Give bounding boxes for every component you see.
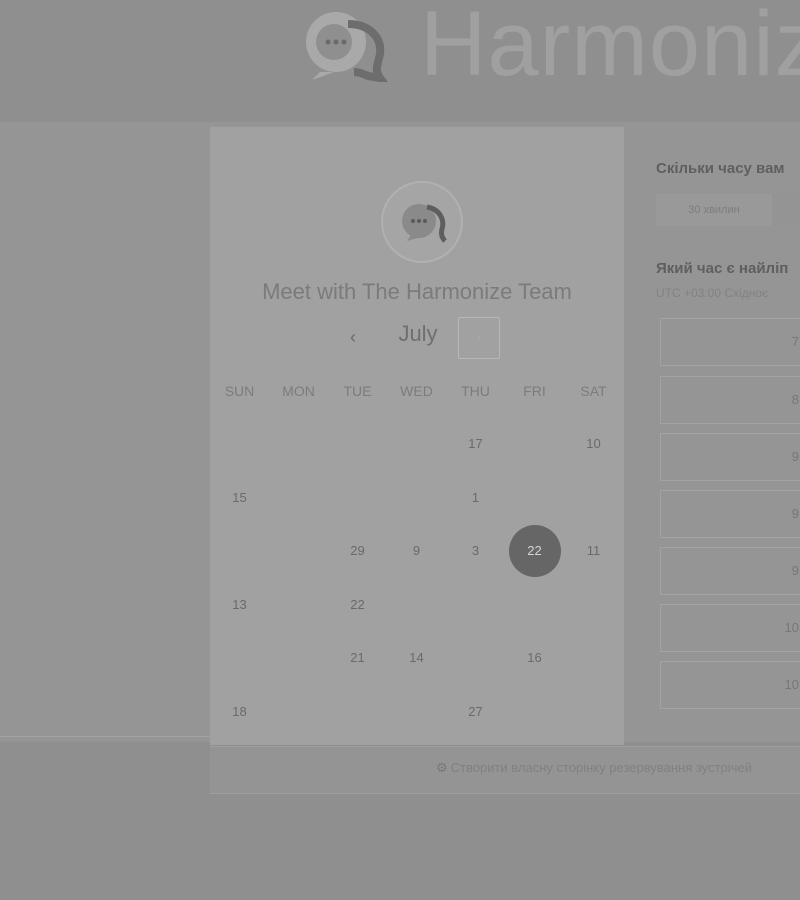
time-slot-button[interactable]: 7 [660, 318, 800, 366]
team-avatar [381, 181, 463, 263]
calendar-day-number: 29 [350, 543, 365, 558]
duration-option-button[interactable]: 30 хвилин [656, 194, 772, 226]
calendar-day-number: 16 [527, 650, 542, 665]
calendar-day-number: 1 [471, 489, 480, 505]
brand-name: Harmonize [420, 0, 800, 95]
calendar-day-number: 22 [350, 596, 365, 612]
calendar-day[interactable]: 10 [564, 419, 623, 473]
calendar-day[interactable]: 16 [505, 633, 564, 687]
calendar-day-number: 9 [412, 543, 421, 558]
calendar-day[interactable]: 29 [328, 526, 387, 580]
calendar-day [328, 687, 387, 741]
calendar-day[interactable]: 27 [446, 687, 505, 741]
time-slot-button[interactable]: 9 [660, 490, 800, 538]
calendar-day [564, 473, 623, 527]
calendar-day-number: 17 [468, 436, 483, 451]
duration-option-button-2[interactable] [772, 194, 800, 226]
calendar-day [387, 473, 446, 527]
calendar-day-selected[interactable]: 22 [505, 525, 564, 580]
calendar-day[interactable]: 22 [328, 580, 387, 634]
calendar-day [387, 580, 446, 634]
chat-bubble-icon [402, 204, 447, 243]
calendar-day [387, 419, 446, 473]
calendar-day-number: 10 [586, 436, 601, 451]
calendar-day [505, 580, 564, 634]
calendar-day [564, 687, 623, 741]
calendar-day[interactable]: 21 [328, 633, 387, 687]
calendar-day [564, 633, 623, 687]
calendar-day [269, 687, 328, 741]
weekday-label: SUN [224, 383, 255, 399]
calendar-day-number: 14 [409, 650, 424, 665]
weekday-header: SUN MON TUE WED THU FRI SAT [210, 383, 624, 403]
timezone-select[interactable]: UTC +03:00 Східноє [656, 286, 768, 300]
calendar-day[interactable]: 17 [446, 419, 505, 473]
calendar-day [269, 419, 328, 473]
calendar-day [328, 473, 387, 527]
calendar-day [269, 633, 328, 687]
calendar-day-number: 11 [586, 543, 601, 558]
time-question: Який час є найліп [656, 260, 789, 277]
month-navigation: ‹ July › [210, 317, 624, 361]
calendar-day [210, 419, 269, 473]
weekday-label: MON [282, 383, 315, 399]
calendar-day [505, 687, 564, 741]
next-month-button[interactable]: › [458, 317, 500, 359]
chat-bubble-logo-icon [306, 12, 388, 82]
weekday-label: THU [461, 383, 490, 399]
calendar-day [446, 580, 505, 634]
meeting-title: Meet with The Harmonize Team [262, 279, 572, 304]
time-slot-button[interactable]: 9 [660, 547, 800, 595]
time-slot-button[interactable]: 10 [660, 661, 800, 709]
calendar-day [505, 473, 564, 527]
weekday-label: SAT [580, 383, 607, 399]
calendar-day[interactable]: 11 [564, 526, 623, 580]
calendar-day-number: 18 [232, 703, 247, 719]
calendar-day-number: 27 [468, 703, 483, 719]
calendar-day[interactable]: 9 [387, 526, 446, 580]
divider [0, 736, 212, 737]
calendar-day [269, 526, 328, 580]
calendar-day[interactable]: 13 [210, 580, 269, 634]
calendar-day [269, 580, 328, 634]
calendar-day-number: 13 [232, 596, 247, 612]
calendar-day[interactable]: 3 [446, 526, 505, 580]
calendar-day [564, 580, 623, 634]
calendar-day-number: 15 [232, 489, 247, 505]
calendar-day [269, 473, 328, 527]
time-slot-button[interactable]: 8 [660, 376, 800, 424]
calendar-day[interactable]: 14 [387, 633, 446, 687]
calendar-day-number: 3 [471, 543, 480, 558]
duration-question: Скільки часу вам [656, 160, 785, 177]
month-label: July [398, 321, 438, 346]
time-slot-button[interactable]: 9 [660, 433, 800, 481]
footer-link-text: Створити власну сторінку резервування зу… [450, 760, 752, 775]
time-slot-button[interactable]: 10 [660, 604, 800, 652]
create-booking-page-link[interactable]: ⚙ Створити власну сторінку резервування з… [436, 760, 752, 776]
calendar-day [505, 419, 564, 473]
weekday-label: FRI [523, 383, 546, 399]
calendar-day-number: 21 [350, 650, 365, 665]
calendar-day [446, 633, 505, 687]
day-grid: 17 10 15 1 29 9 3 22 11 13 22 21 14 16 18 27 [210, 419, 624, 740]
calendar-day [210, 633, 269, 687]
weekday-label: WED [400, 383, 433, 399]
calendar-day [328, 419, 387, 473]
header: Harmonize [0, 0, 800, 120]
calendar-day[interactable]: 15 [210, 473, 269, 527]
calendar-day [387, 687, 446, 741]
calendar-card: Meet with The Harmonize Team ‹ July › SU… [210, 127, 624, 745]
weekday-label: TUE [343, 383, 372, 399]
calendar-day[interactable]: 1 [446, 473, 505, 527]
prev-month-button[interactable]: ‹ [338, 323, 368, 351]
calendar-day [210, 526, 269, 580]
hubspot-sprocket-icon: ⚙ [436, 760, 448, 775]
calendar-day[interactable]: 18 [210, 687, 269, 741]
calendar-day-number: 22 [508, 525, 561, 577]
